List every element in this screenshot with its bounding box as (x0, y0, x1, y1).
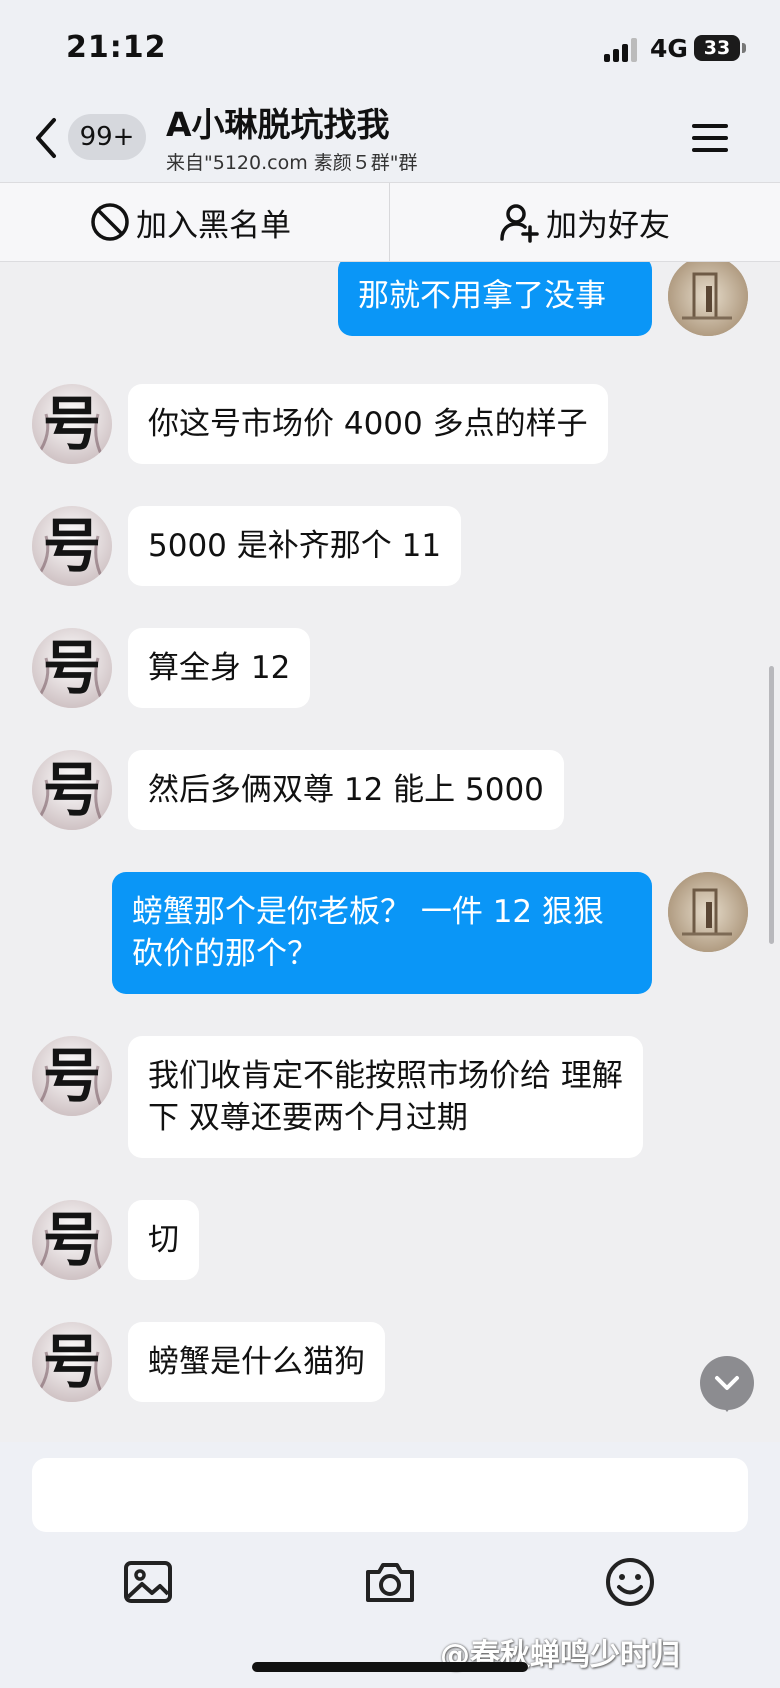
chat-header: 99+ A小琳脱坑找我 来自"5120.com 素颜５群"群 (0, 96, 780, 182)
battery-icon: 33 (694, 35, 740, 61)
avatar-glyph: 号 (42, 634, 101, 702)
scrollbar-thumb[interactable] (769, 666, 774, 944)
message-text-line: 我们收肯定不能按照市场价给 理解 (148, 1058, 623, 1094)
avatar-glyph: 号 (42, 390, 101, 458)
avatar-glyph: 号 (42, 1042, 101, 1110)
home-indicator[interactable] (252, 1662, 528, 1672)
message-text-line: 砍价的那个？ (132, 936, 318, 972)
battery-cap (742, 43, 746, 53)
user-plus-icon (500, 204, 539, 243)
sender-avatar[interactable]: 号 (32, 506, 112, 586)
network-type: 4G (650, 34, 688, 63)
my-avatar[interactable] (668, 262, 748, 336)
incoming-message-bubble[interactable]: 螃蟹是什么猫狗 (128, 1322, 385, 1402)
image-icon[interactable] (118, 1552, 178, 1612)
outgoing-message-bubble[interactable]: 那就不用拿了没事 (338, 262, 652, 336)
incoming-message-bubble[interactable]: 切 (128, 1200, 199, 1280)
status-time: 21:12 (66, 30, 167, 65)
incoming-message-bubble[interactable]: 然后多俩双尊 12 能上 5000 (128, 750, 564, 830)
message-row: 螃蟹那个是你老板？ 一件 12 狠狠 砍价的那个？ (0, 872, 780, 994)
add-to-blacklist-button[interactable]: 加入黑名单 (90, 183, 291, 261)
scroll-to-bottom-pointer (719, 1402, 735, 1412)
message-text: 螃蟹是什么猫狗 (148, 1344, 365, 1380)
status-bar: 21:12 4G 33 (0, 0, 780, 96)
message-row: 号我们收肯定不能按照市场价给 理解下 双尊还要两个月过期 (0, 1036, 780, 1158)
avatar-glyph: 号 (42, 1206, 101, 1274)
message-text-line: 下 双尊还要两个月过期 (148, 1100, 468, 1136)
message-row: 号 你这号市场价 4000 多点的样子 (0, 384, 780, 464)
message-input[interactable] (32, 1458, 748, 1532)
composer: @春秋蝉鸣少时归 (0, 1442, 780, 1688)
signal-strength-icon (604, 38, 640, 62)
ban-icon (91, 203, 129, 241)
sender-avatar[interactable]: 号 (32, 384, 112, 464)
add-to-blacklist-label: 加入黑名单 (136, 207, 291, 244)
message-row: 号 算全身 12 (0, 628, 780, 708)
battery-level: 33 (703, 37, 731, 59)
sender-avatar[interactable]: 号 (32, 628, 112, 708)
sender-avatar[interactable]: 号 (32, 750, 112, 830)
message-text: 那就不用拿了没事 (358, 278, 606, 314)
message-list[interactable]: 那就不用拿了没事号你这号市场价 4000 多点的样子号 5000 是补齐那个 11… (0, 262, 780, 1442)
avatar-glyph: 号 (42, 512, 101, 580)
chevron-left-icon[interactable] (30, 116, 64, 160)
message-text: 你这号市场价 4000 多点的样子 (148, 406, 588, 442)
message-text-line: 螃蟹那个是你老板？ 一件 12 狠狠 (132, 894, 605, 930)
smile-icon[interactable] (600, 1552, 660, 1612)
message-row: 号 然后多俩双尊 12 能上 5000 (0, 750, 780, 830)
avatar-glyph: 号 (42, 756, 101, 824)
incoming-message-bubble[interactable]: 我们收肯定不能按照市场价给 理解下 双尊还要两个月过期 (128, 1036, 643, 1158)
outgoing-message-bubble[interactable]: 螃蟹那个是你老板？ 一件 12 狠狠 砍价的那个？ (112, 872, 652, 994)
avatar-glyph: 号 (42, 1328, 101, 1396)
sender-avatar[interactable]: 号 (32, 1200, 112, 1280)
camera-icon[interactable] (360, 1552, 420, 1612)
add-friend-label: 加为好友 (546, 207, 670, 244)
sender-avatar[interactable]: 号 (32, 1322, 112, 1402)
hamburger-menu-icon[interactable] (692, 122, 728, 154)
message-row: 号切 (0, 1200, 780, 1280)
chat-title: A小琳脱坑找我 (166, 105, 390, 144)
incoming-message-bubble[interactable]: 算全身 12 (128, 628, 311, 708)
action-divider (389, 183, 390, 261)
message-text: 切 (148, 1222, 179, 1258)
unread-count-badge[interactable]: 99+ (68, 114, 146, 160)
message-text: 然后多俩双尊 12 能上 5000 (148, 772, 544, 808)
sender-avatar[interactable]: 号 (32, 1036, 112, 1116)
my-avatar[interactable] (668, 872, 748, 952)
message-row: 那就不用拿了没事 (0, 262, 780, 336)
add-friend-button[interactable]: 加为好友 (498, 183, 670, 261)
message-text: 5000 是补齐那个 11 (148, 528, 442, 564)
stranger-action-bar: 加入黑名单 加为好友 (0, 182, 780, 262)
message-row: 号 螃蟹是什么猫狗 (0, 1322, 780, 1402)
chat-subtitle: 来自"5120.com 素颜５群"群 (166, 152, 418, 174)
incoming-message-bubble[interactable]: 5000 是补齐那个 11 (128, 506, 462, 586)
message-row: 号 5000 是补齐那个 11 (0, 506, 780, 586)
message-text: 算全身 12 (148, 650, 291, 686)
incoming-message-bubble[interactable]: 你这号市场价 4000 多点的样子 (128, 384, 608, 464)
